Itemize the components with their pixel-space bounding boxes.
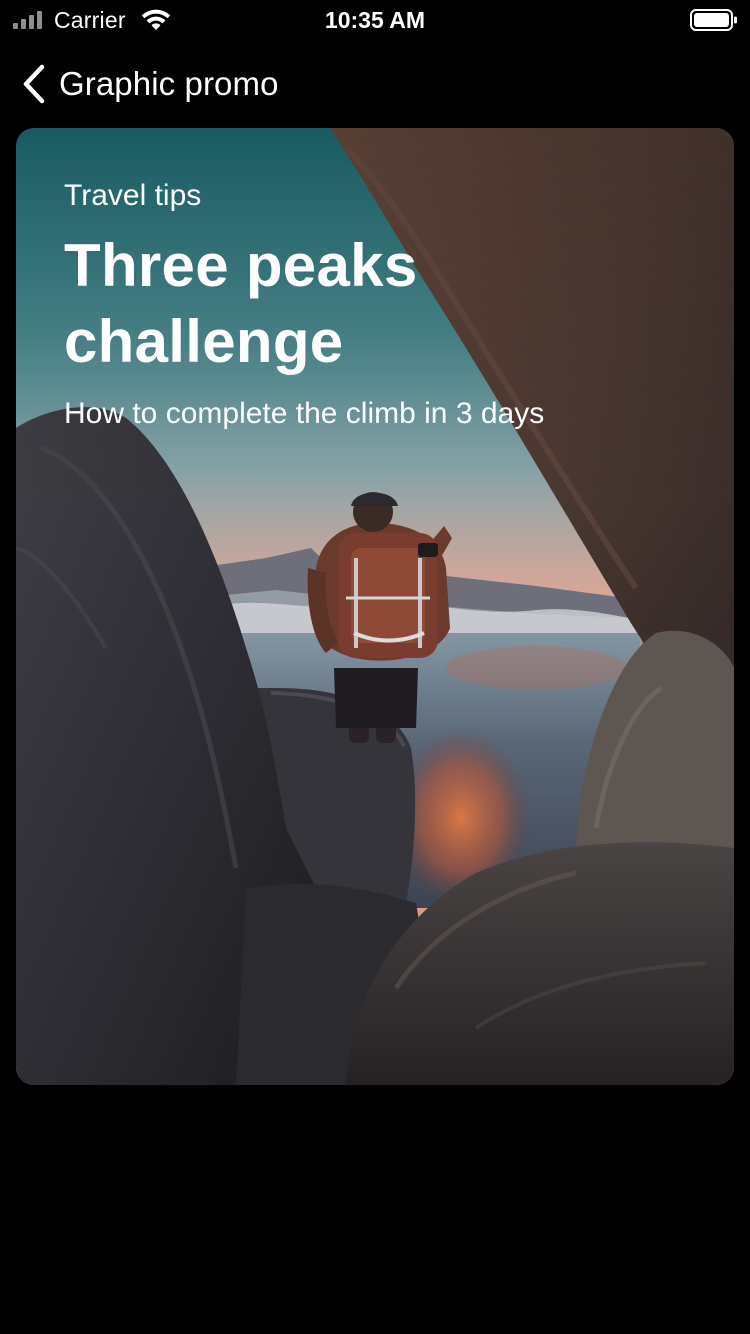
page-title: Graphic promo bbox=[59, 65, 279, 102]
promo-subtitle: How to complete the climb in 3 days bbox=[64, 397, 545, 430]
status-bar: Carrier 10:35 AM bbox=[0, 0, 750, 40]
promo-title: Three peaks challenge bbox=[64, 232, 418, 375]
promo-card[interactable]: Travel tips Three peaks challenge How to… bbox=[16, 128, 734, 1085]
chevron-left-icon bbox=[23, 64, 45, 104]
battery-full-icon bbox=[690, 9, 737, 31]
promo-text-block: Travel tips Three peaks challenge How to… bbox=[64, 176, 704, 434]
promo-eyebrow: Travel tips bbox=[64, 179, 202, 212]
navigation-bar: Graphic promo bbox=[0, 52, 750, 116]
clock: 10:35 AM bbox=[324, 7, 426, 33]
back-button[interactable] bbox=[12, 60, 56, 108]
